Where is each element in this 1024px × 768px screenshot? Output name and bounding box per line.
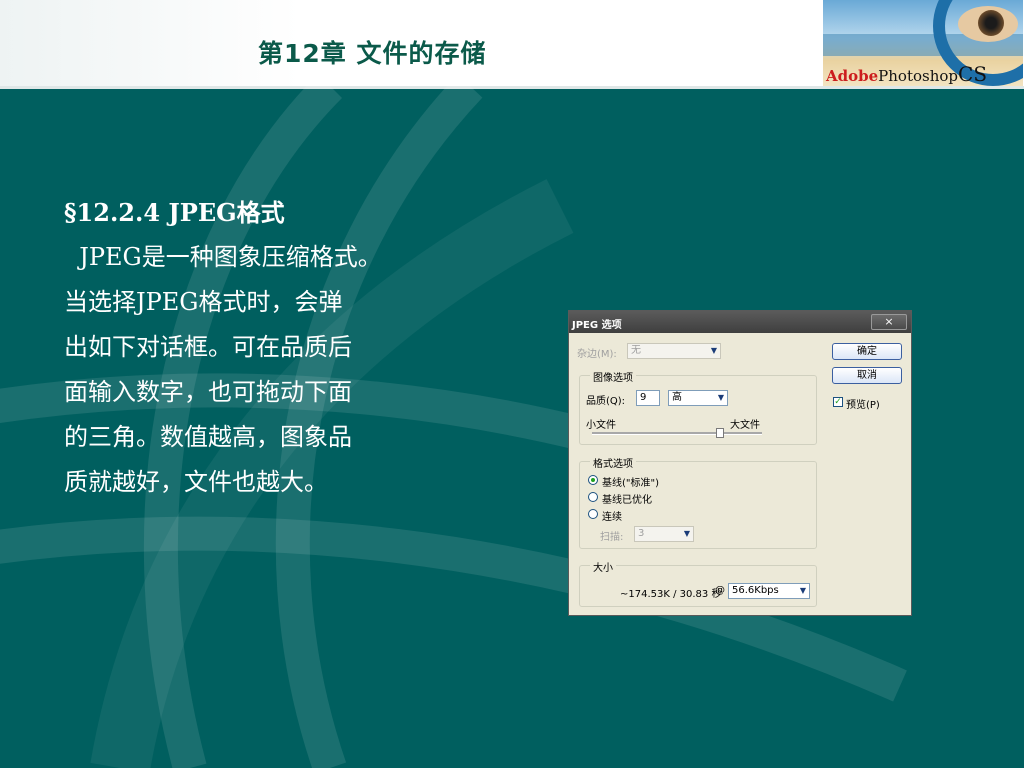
quality-input[interactable]: 9 <box>636 390 660 406</box>
matte-select[interactable]: 无 ▼ <box>627 343 721 359</box>
progressive-radio[interactable] <box>588 509 598 519</box>
header-fade <box>0 0 300 86</box>
format-options-title: 格式选项 <box>590 455 636 470</box>
body-line: 质就越好，文件也越大。 <box>64 468 328 496</box>
slide-header: 第12章 文件的存储 AdobePhotoshopCS <box>0 0 1024 89</box>
chapter-title: 第12章 文件的存储 <box>258 39 487 68</box>
cancel-button[interactable]: 取消 <box>832 367 902 384</box>
large-file-label: 大文件 <box>730 420 760 431</box>
size-group: 大小 ~174.53K / 30.83 秒 @ 56.6Kbps ▼ <box>579 559 817 607</box>
ok-button[interactable]: 确定 <box>832 343 902 360</box>
matte-value: 无 <box>631 345 641 356</box>
chevron-down-icon: ▼ <box>710 346 717 355</box>
logo-iris <box>978 10 1004 36</box>
size-title: 大小 <box>590 559 616 574</box>
dialog-titlebar[interactable]: JPEG 选项 × <box>569 311 911 333</box>
baseline-standard-radio[interactable] <box>588 475 598 485</box>
dialog-title: JPEG 选项 <box>572 320 622 331</box>
jpeg-options-dialog: JPEG 选项 × 杂边(M): 无 ▼ 确定 取消 ✓ 预览(P) 图像选项 … <box>568 310 912 616</box>
preview-checkbox[interactable]: ✓ <box>833 397 843 407</box>
preview-label: 预览(P) <box>846 400 880 411</box>
baseline-optimized-radio[interactable] <box>588 492 598 502</box>
matte-label: 杂边(M): <box>577 349 617 360</box>
quality-slider-thumb[interactable] <box>715 428 724 438</box>
quality-level-value: 高 <box>672 392 682 403</box>
slide-body: §12.2.4 JPEG格式 JPEG是一种图象压缩格式。 当选择JPEG格式时… <box>64 190 484 505</box>
format-options-group: 格式选项 基线("标准") 基线已优化 连续 扫描: 3 ▼ <box>579 455 817 549</box>
quality-label: 品质(Q): <box>586 396 626 407</box>
body-line: JPEG是一种图象压缩格式。 <box>64 243 382 271</box>
quality-level-select[interactable]: 高 ▼ <box>668 390 728 406</box>
progressive-label: 连续 <box>602 512 622 523</box>
connection-speed-value: 56.6Kbps <box>732 585 779 596</box>
logo-text: AdobePhotoshopCS <box>826 62 987 86</box>
chevron-down-icon: ▼ <box>717 393 724 402</box>
photoshop-cs-logo: AdobePhotoshopCS <box>823 0 1023 86</box>
at-symbol: @ <box>715 585 725 596</box>
scans-value: 3 <box>638 528 645 539</box>
baseline-optimized-label: 基线已优化 <box>602 495 652 506</box>
section-heading: §12.2.4 JPEG格式 <box>64 198 285 227</box>
logo-cs-text: CS <box>958 62 988 86</box>
body-line: 出如下对话框。可在品质后 <box>64 333 352 361</box>
quality-slider-track[interactable] <box>592 432 762 435</box>
connection-speed-select[interactable]: 56.6Kbps ▼ <box>728 583 810 599</box>
baseline-standard-label: 基线("标准") <box>602 478 660 489</box>
logo-photoshop-text: Photoshop <box>878 67 959 85</box>
image-options-title: 图像选项 <box>590 369 636 384</box>
body-line: 面输入数字，也可拖动下面 <box>64 378 352 406</box>
close-icon[interactable]: × <box>871 314 907 330</box>
scans-select[interactable]: 3 ▼ <box>634 526 694 542</box>
chevron-down-icon: ▼ <box>683 529 690 538</box>
chevron-down-icon: ▼ <box>799 586 806 595</box>
body-line: 的三角。数值越高，图象品 <box>64 423 352 451</box>
small-file-label: 小文件 <box>586 420 616 431</box>
scans-label: 扫描: <box>600 532 624 543</box>
image-options-group: 图像选项 品质(Q): 9 高 ▼ 小文件 大文件 <box>579 369 817 445</box>
logo-adobe-text: Adobe <box>826 67 879 85</box>
body-line: 当选择JPEG格式时，会弹 <box>64 288 343 316</box>
size-value: ~174.53K / 30.83 秒 <box>620 589 722 600</box>
